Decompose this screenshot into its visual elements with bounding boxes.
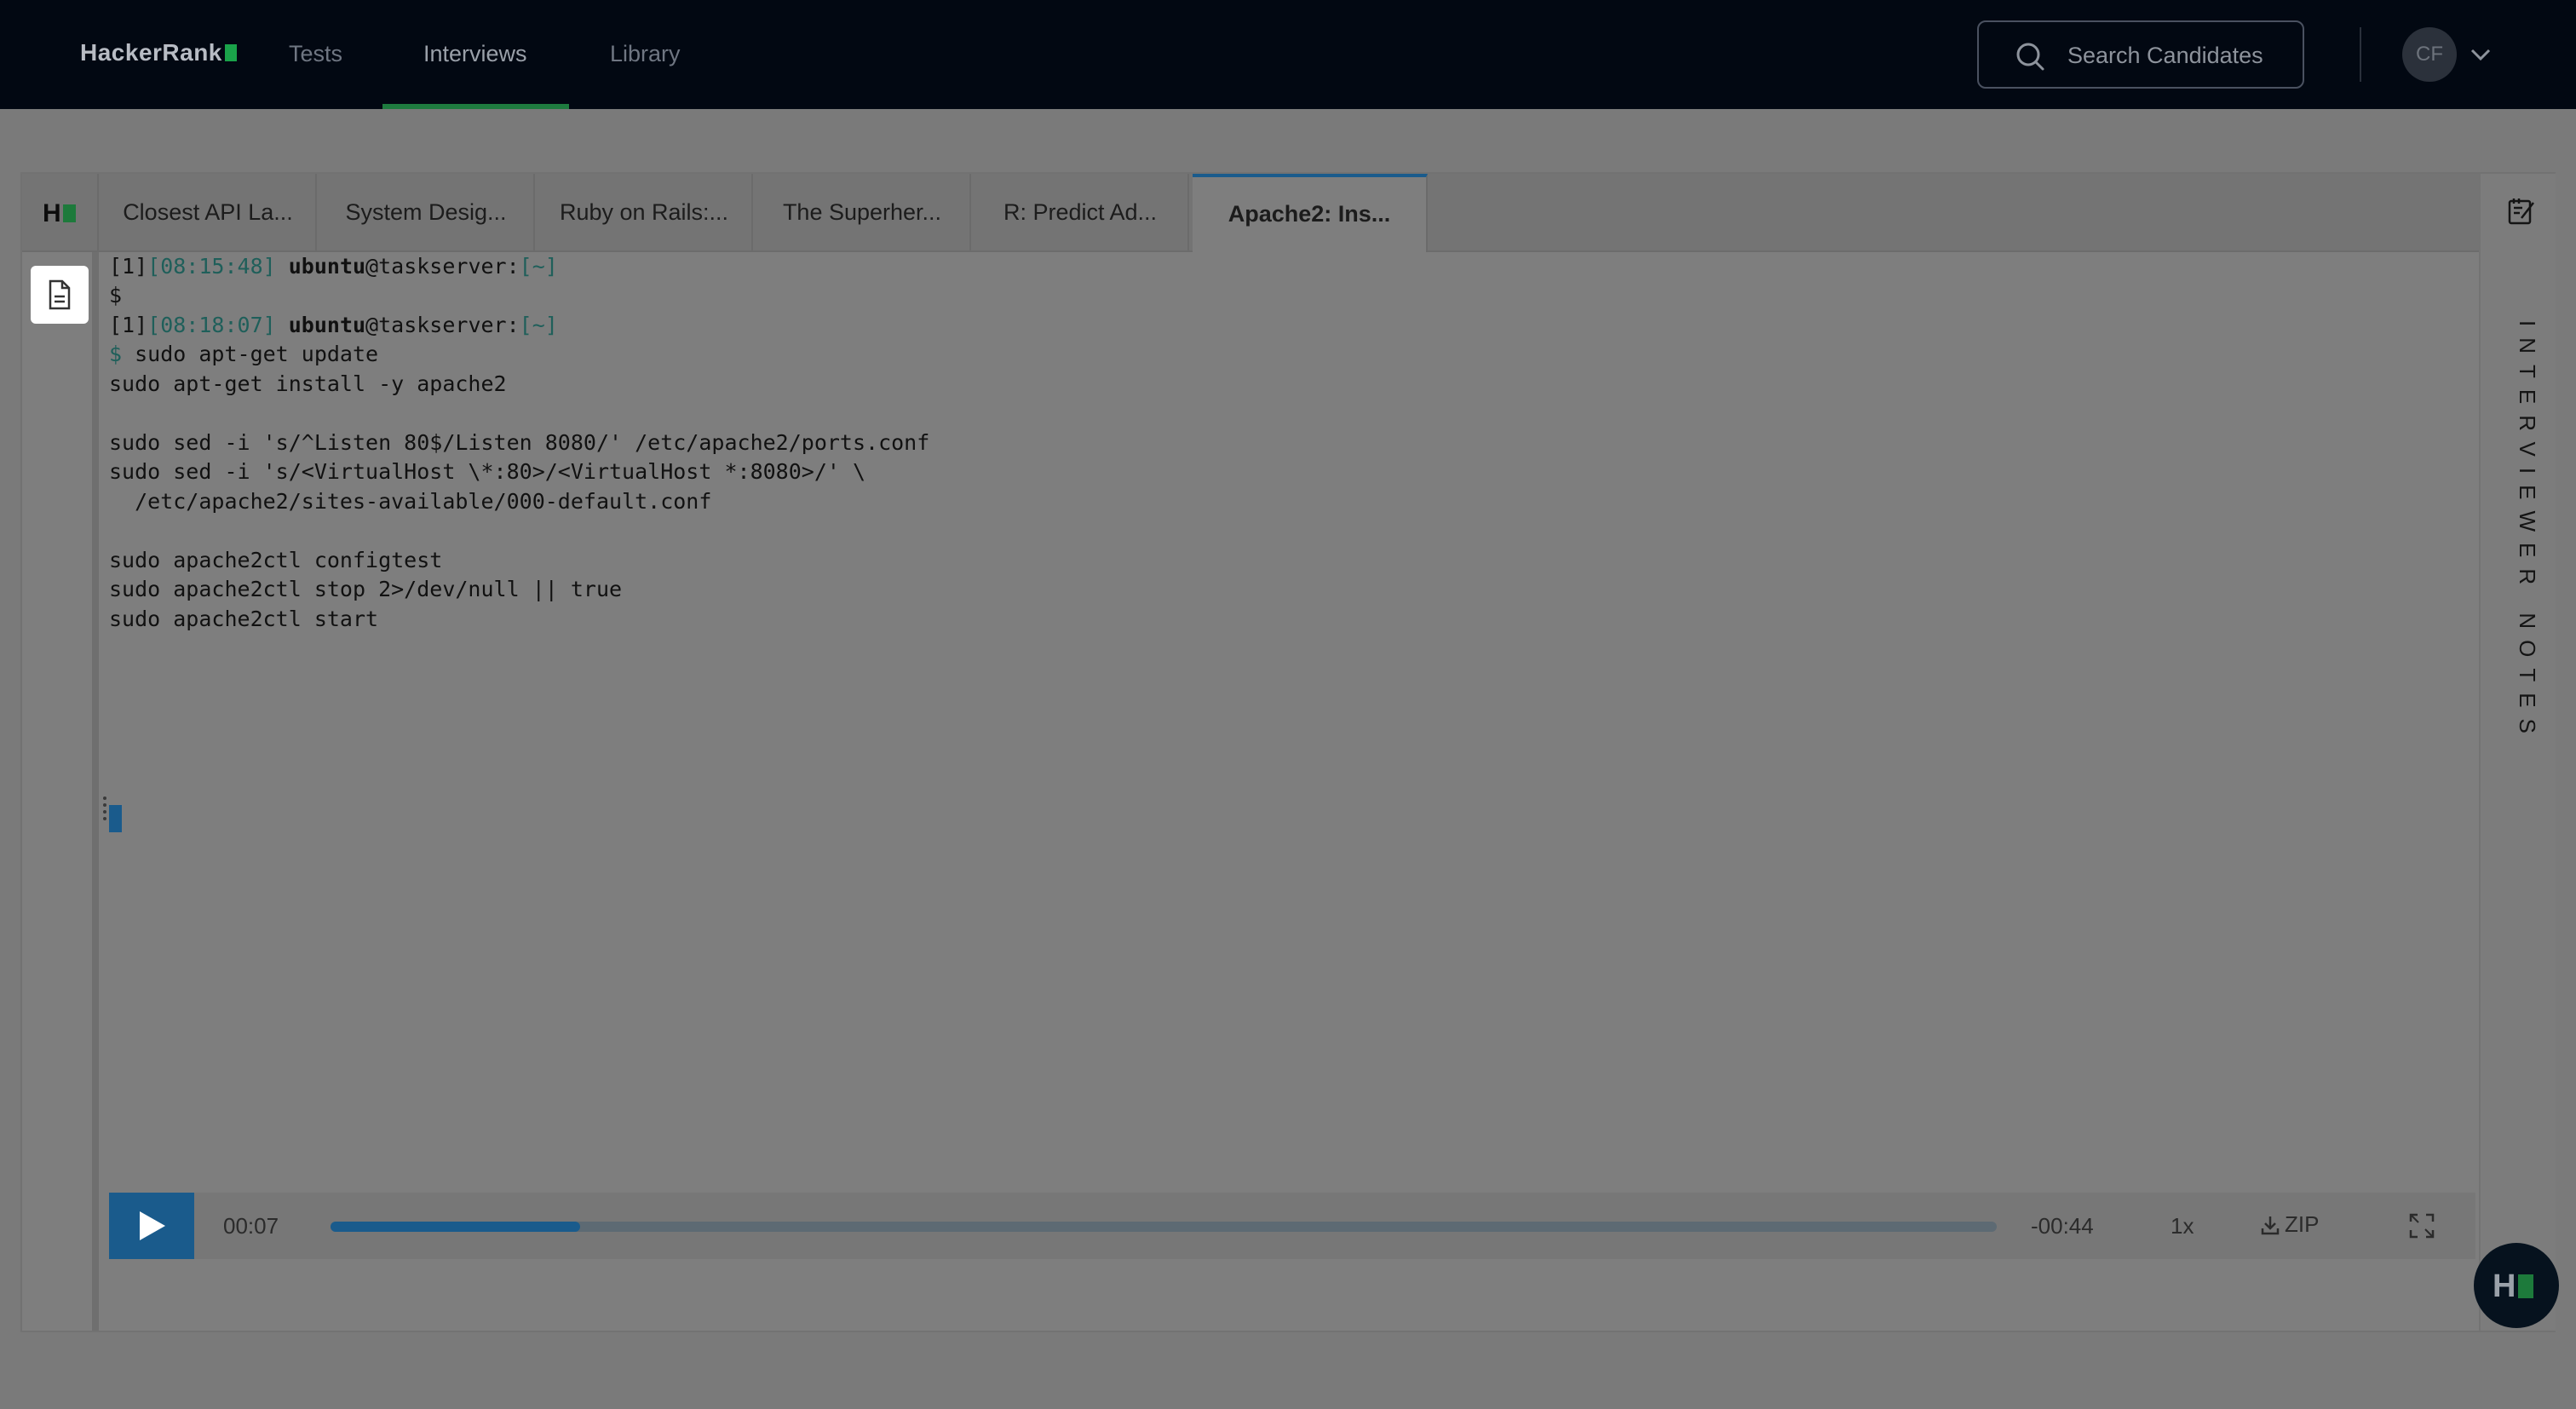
tab-ruby-on-rails[interactable]: Ruby on Rails:... bbox=[537, 174, 753, 250]
search-candidates-button[interactable]: Search Candidates bbox=[1977, 20, 2304, 89]
nav-library-link[interactable]: Library bbox=[610, 41, 681, 67]
remaining-time: -00:44 bbox=[2031, 1213, 2094, 1239]
terminal-line: sudo apache2ctl stop 2>/dev/null || true bbox=[109, 577, 623, 601]
terminal-dollar-line: $ bbox=[109, 283, 123, 308]
logo-square bbox=[224, 44, 237, 61]
terminal-prompt-line: [1][08:15:48] ubuntu@taskserver:[~] bbox=[109, 254, 558, 279]
terminal-cursor bbox=[109, 805, 122, 832]
brand-name: HackerRank bbox=[80, 39, 222, 66]
nav-divider bbox=[2360, 27, 2361, 82]
avatar[interactable]: CF bbox=[2402, 27, 2457, 82]
interviewer-notes-sidebar[interactable]: INTERVIEWER NOTES bbox=[2479, 174, 2556, 1331]
progress-track[interactable] bbox=[331, 1222, 1997, 1232]
terminal-line: /etc/apache2/sites-available/000-default… bbox=[109, 489, 712, 514]
current-time: 00:07 bbox=[223, 1213, 279, 1239]
tab-apache2[interactable]: Apache2: Ins... bbox=[1193, 174, 1428, 252]
playback-panel: H Closest API La... System Desig... Ruby… bbox=[20, 172, 2556, 1332]
hackerrank-logo[interactable]: HackerRank bbox=[80, 39, 237, 66]
terminal-output: [1][08:15:48] ubuntu@taskserver:[~] $ [1… bbox=[109, 252, 2477, 1331]
terminal-line: sudo sed -i 's/^Listen 80$/Listen 8080/'… bbox=[109, 430, 930, 455]
active-nav-indicator bbox=[382, 104, 569, 109]
hackerrank-mini-logo: H bbox=[43, 199, 76, 228]
top-navbar: HackerRank Tests Interviews Library Sear… bbox=[0, 0, 2576, 109]
nav-interviews-link[interactable]: Interviews bbox=[423, 41, 527, 67]
question-tabbar: H Closest API La... System Desig... Ruby… bbox=[22, 174, 2479, 252]
playback-controls: 00:07 -00:44 1x ZIP bbox=[109, 1193, 2475, 1259]
terminal-line: sudo apt-get install -y apache2 bbox=[109, 371, 507, 396]
nav-tests-link[interactable]: Tests bbox=[289, 41, 342, 67]
search-icon bbox=[2015, 41, 2045, 76]
terminal-prompt-line: [1][08:18:07] ubuntu@taskserver:[~] bbox=[109, 313, 558, 337]
tab-system-design[interactable]: System Desig... bbox=[319, 174, 535, 250]
hackerrank-mini-logo: H bbox=[2493, 1268, 2534, 1305]
terminal-line: sudo apache2ctl start bbox=[109, 607, 379, 631]
hackerrank-help-button[interactable]: H bbox=[2474, 1243, 2559, 1328]
tabbar-logo: H bbox=[22, 174, 99, 250]
left-toolbar bbox=[22, 252, 99, 1331]
file-view-button[interactable] bbox=[31, 266, 89, 324]
progress-fill bbox=[331, 1222, 581, 1232]
download-zip-button[interactable]: ZIP bbox=[2261, 1211, 2319, 1238]
play-button[interactable] bbox=[109, 1193, 194, 1259]
terminal-line: sudo sed -i 's/<VirtualHost \*:80>/<Virt… bbox=[109, 459, 866, 484]
tab-predict-ad[interactable]: R: Predict Ad... bbox=[973, 174, 1189, 250]
download-icon bbox=[2261, 1211, 2285, 1237]
terminal-line: sudo apache2ctl configtest bbox=[109, 548, 443, 572]
fullscreen-icon[interactable] bbox=[2409, 1213, 2435, 1243]
terminal-command-line: $ sudo apt-get update bbox=[109, 342, 379, 366]
interviewer-notes-label: INTERVIEWER NOTES bbox=[2515, 320, 2540, 745]
notes-edit-icon[interactable] bbox=[2506, 196, 2537, 231]
tab-superhero[interactable]: The Superher... bbox=[755, 174, 971, 250]
tab-closest-api[interactable]: Closest API La... bbox=[101, 174, 317, 250]
download-zip-label: ZIP bbox=[2285, 1211, 2320, 1237]
chevron-down-icon[interactable] bbox=[2469, 43, 2493, 71]
search-candidates-label: Search Candidates bbox=[2067, 43, 2263, 68]
resize-handle-icon[interactable] bbox=[102, 796, 107, 825]
playback-speed-button[interactable]: 1x bbox=[2171, 1213, 2194, 1239]
